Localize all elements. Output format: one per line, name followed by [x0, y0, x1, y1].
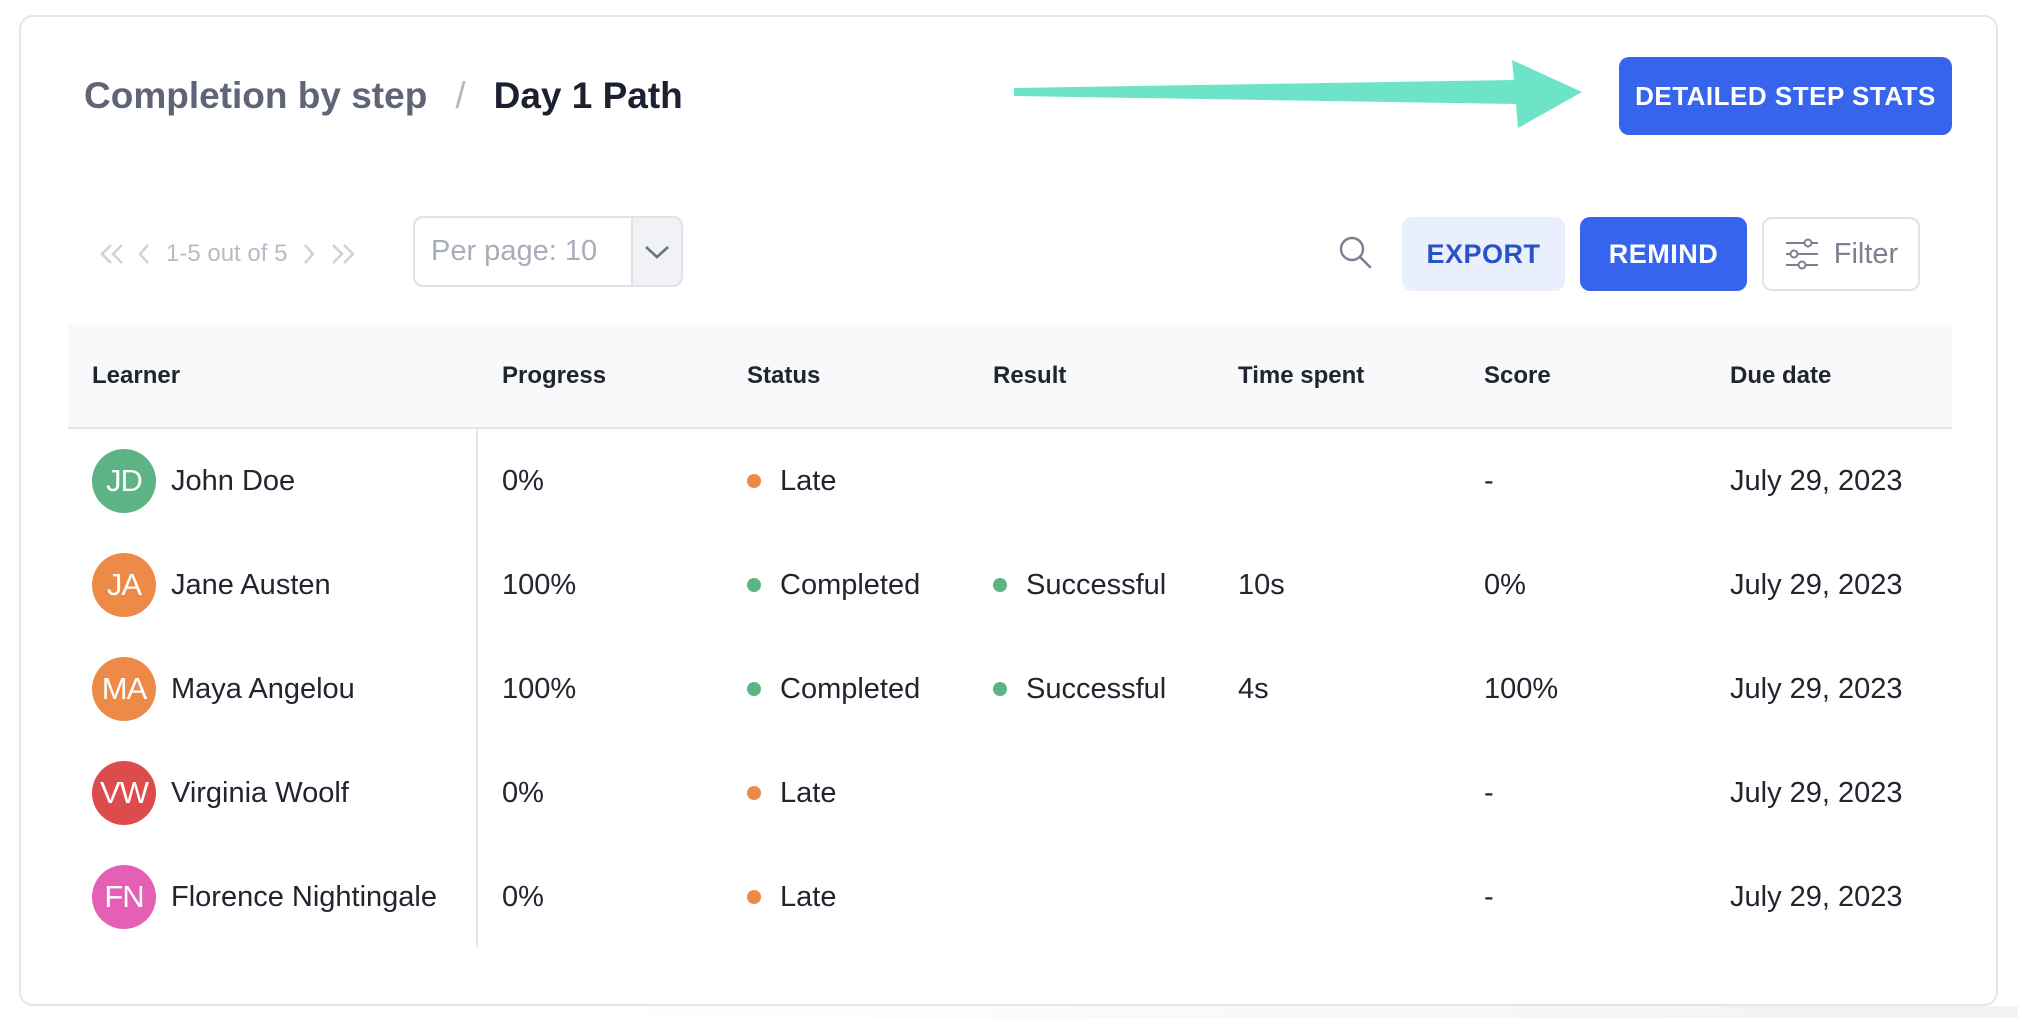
breadcrumb-separator: /: [455, 75, 466, 116]
result-dot-icon: [993, 578, 1007, 592]
learner-name[interactable]: Maya Angelou: [171, 673, 355, 706]
learners-table: Learner Progress Status Result Time spen…: [68, 325, 1952, 949]
status-label: Late: [780, 464, 837, 497]
pagination: 1-5 out of 5: [98, 234, 357, 274]
pagination-range: 1-5 out of 5: [166, 240, 288, 267]
score-value: -: [1484, 776, 1494, 809]
status-label: Late: [780, 880, 837, 913]
status-label: Completed: [780, 568, 921, 601]
bottom-shadow: [600, 1006, 2018, 1018]
status-cell: Completed: [747, 533, 920, 637]
score-value: 0%: [1484, 568, 1526, 601]
status-dot-icon: [747, 890, 761, 904]
progress-value: 0%: [502, 776, 544, 809]
column-header-result[interactable]: Result: [993, 362, 1066, 390]
filter-button[interactable]: Filter: [1762, 217, 1920, 291]
status-cell: Late: [747, 741, 836, 845]
progress-value: 0%: [502, 464, 544, 497]
column-header-status[interactable]: Status: [747, 362, 820, 390]
result-dot-icon: [993, 682, 1007, 696]
score-value: -: [1484, 464, 1494, 497]
due-date-value: July 29, 2023: [1730, 880, 1903, 913]
search-icon[interactable]: [1337, 234, 1373, 270]
table-row[interactable]: JA Jane Austen 100% Completed Successful…: [68, 533, 1952, 637]
table-header: Learner Progress Status Result Time spen…: [68, 325, 1952, 429]
status-cell: Completed: [747, 637, 920, 741]
due-date-value: July 29, 2023: [1730, 568, 1903, 601]
status-dot-icon: [747, 786, 761, 800]
chevron-left-icon[interactable]: [136, 242, 152, 266]
table-body: JD John Doe 0% Late - July 29, 2023 JA J…: [68, 429, 1952, 949]
status-cell: Late: [747, 429, 836, 533]
chevron-right-icon[interactable]: [301, 242, 317, 266]
learner-name[interactable]: Florence Nightingale: [171, 881, 437, 914]
avatar: JA: [92, 553, 156, 617]
column-header-time-spent[interactable]: Time spent: [1238, 362, 1364, 390]
time-spent-value: 10s: [1238, 568, 1285, 601]
column-header-due-date[interactable]: Due date: [1730, 362, 1831, 390]
table-row[interactable]: MA Maya Angelou 100% Completed Successfu…: [68, 637, 1952, 741]
status-dot-icon: [747, 682, 761, 696]
progress-value: 0%: [502, 880, 544, 913]
learner-name[interactable]: Jane Austen: [171, 569, 331, 602]
export-button[interactable]: EXPORT: [1402, 217, 1565, 291]
table-row[interactable]: JD John Doe 0% Late - July 29, 2023: [68, 429, 1952, 533]
progress-value: 100%: [502, 672, 577, 705]
column-header-score[interactable]: Score: [1484, 362, 1551, 390]
column-header-learner[interactable]: Learner: [92, 362, 180, 390]
due-date-value: July 29, 2023: [1730, 464, 1903, 497]
due-date-value: July 29, 2023: [1730, 776, 1903, 809]
learner-name[interactable]: Virginia Woolf: [171, 777, 349, 810]
chevron-down-icon: [631, 218, 681, 285]
progress-value: 100%: [502, 568, 577, 601]
page-title: Day 1 Path: [493, 75, 683, 116]
result-label: Successful: [1026, 672, 1167, 705]
due-date-value: July 29, 2023: [1730, 672, 1903, 705]
breadcrumb-parent[interactable]: Completion by step: [84, 75, 427, 117]
status-dot-icon: [747, 578, 761, 592]
arrow-annotation-icon: [1014, 60, 1582, 128]
result-label: Successful: [1026, 568, 1167, 601]
per-page-label: Per page: 10: [431, 235, 598, 267]
status-dot-icon: [747, 474, 761, 488]
result-cell: Successful: [993, 533, 1166, 637]
remind-button[interactable]: REMIND: [1580, 217, 1747, 291]
status-label: Completed: [780, 672, 921, 705]
double-chevron-right-icon[interactable]: [327, 242, 357, 266]
score-value: -: [1484, 880, 1494, 913]
table-row[interactable]: VW Virginia Woolf 0% Late - July 29, 202…: [68, 741, 1952, 845]
avatar: VW: [92, 761, 156, 825]
breadcrumb: Completion by step / Day 1 Path: [84, 70, 683, 122]
avatar: MA: [92, 657, 156, 721]
score-value: 100%: [1484, 672, 1559, 705]
status-cell: Late: [747, 845, 836, 949]
filter-label: Filter: [1833, 237, 1899, 270]
double-chevron-left-icon[interactable]: [98, 242, 128, 266]
result-cell: Successful: [993, 637, 1166, 741]
time-spent-value: 4s: [1238, 672, 1269, 705]
table-row[interactable]: FN Florence Nightingale 0% Late - July 2…: [68, 845, 1952, 949]
sliders-icon: [1785, 238, 1818, 270]
avatar: JD: [92, 449, 156, 513]
column-header-progress[interactable]: Progress: [502, 362, 606, 390]
learner-name[interactable]: John Doe: [171, 465, 295, 498]
per-page-select[interactable]: Per page: 10: [413, 216, 683, 287]
detailed-step-stats-button[interactable]: DETAILED STEP STATS: [1619, 57, 1952, 135]
status-label: Late: [780, 776, 837, 809]
avatar: FN: [92, 865, 156, 929]
